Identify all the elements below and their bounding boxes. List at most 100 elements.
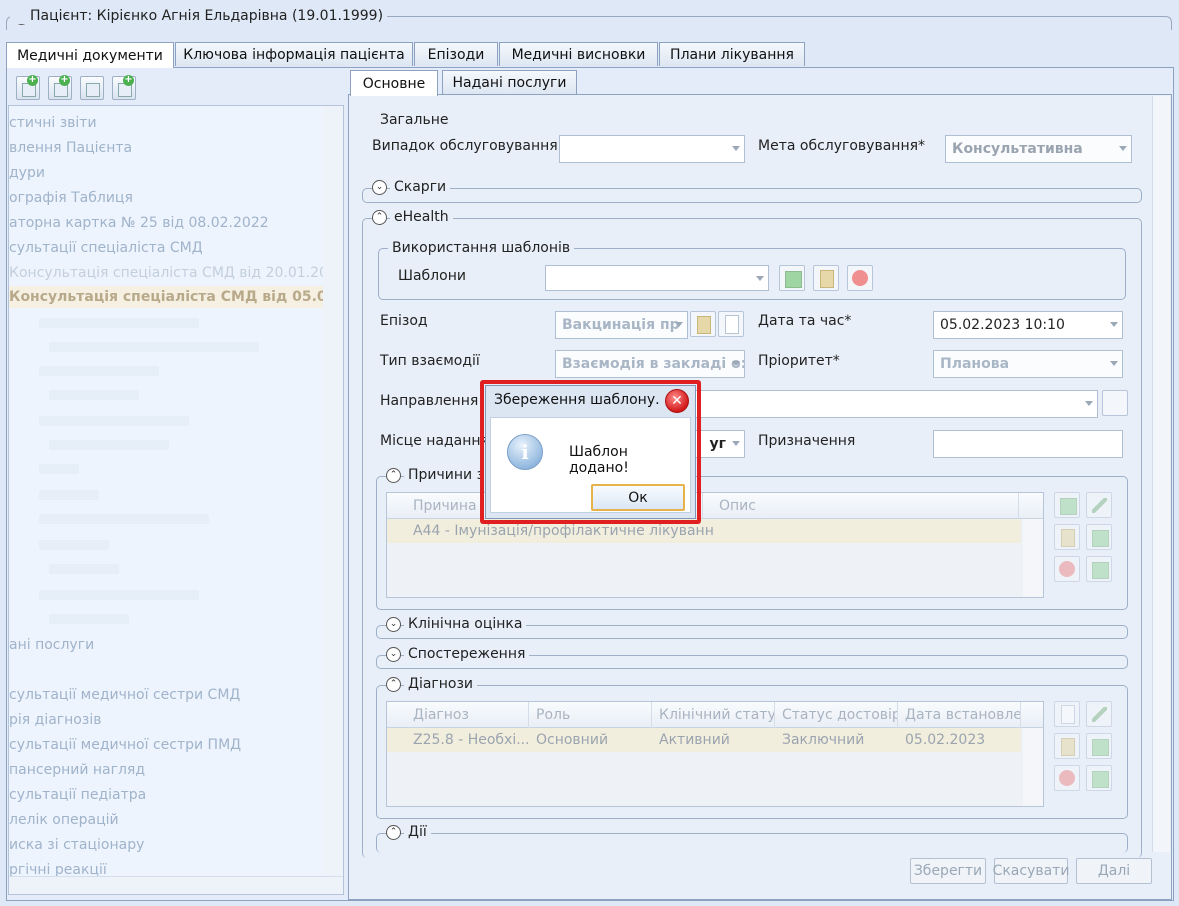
col-date[interactable]: Дата встановлен [899, 702, 1021, 728]
episode-book-button[interactable] [690, 311, 716, 337]
reasons-flag-button[interactable] [1086, 556, 1112, 582]
tree-item-selected[interactable]: Консультація спеціаліста СМД від 05.02.2… [9, 286, 343, 308]
next-button[interactable]: Далі [1076, 858, 1152, 884]
tree-item[interactable]: ографія Таблиця [9, 187, 133, 209]
expand-clinical-icon[interactable]: ⌄ [386, 617, 401, 632]
interaction-value: Взаємодія в закладі о: [562, 356, 745, 372]
tab-medical-conclusions[interactable]: Медичні висновки [499, 42, 658, 66]
episode-select[interactable]: Вакцинація пр [555, 311, 688, 339]
observations-legend: Спостереження [404, 646, 530, 662]
col-verification-status[interactable]: Статус достовірн [776, 702, 898, 728]
add-template-button[interactable] [779, 265, 805, 291]
purpose-select[interactable]: Консультативна [945, 135, 1132, 163]
purpose2-input[interactable] [933, 430, 1123, 458]
diagnoses-add-button[interactable] [1054, 701, 1080, 727]
reasons-delete-button[interactable] [1054, 556, 1080, 582]
priority-select[interactable]: Планова [933, 350, 1123, 378]
chevron-down-icon [1110, 322, 1118, 327]
open-template-button[interactable] [813, 265, 839, 291]
refresh-document-button[interactable] [80, 76, 104, 100]
tree-item[interactable]: стичні звіти [9, 112, 97, 134]
tab-label: Медичні висновки [511, 46, 646, 63]
reasons-grid-scrollbar[interactable] [1023, 519, 1043, 597]
expand-observations-icon[interactable]: ⌄ [386, 647, 401, 662]
case-select[interactable] [559, 135, 745, 163]
episode-page-button[interactable] [718, 311, 744, 337]
templates-select[interactable] [545, 265, 769, 291]
tree-item[interactable]: Консультація спеціаліста СМД від 20.01.2… [9, 262, 343, 284]
table-row[interactable]: Z25.8 - Необхі... Основний Активний Закл… [387, 728, 1021, 752]
tree-item[interactable]: рія діагнозів [9, 709, 101, 731]
tree-placeholder [49, 440, 169, 450]
diagnoses-delete-button[interactable] [1054, 765, 1080, 791]
add-document-button[interactable]: + [16, 75, 40, 100]
cancel-button[interactable]: Скасувати [993, 858, 1069, 884]
collapse-reasons-icon[interactable]: ⌃ [386, 468, 401, 483]
tree-item[interactable]: иска зі стаціонару [9, 834, 144, 856]
row-role: Основний [536, 732, 609, 748]
tab-label: Плани лікування [670, 46, 794, 63]
add-document-3-button[interactable]: + [112, 75, 136, 100]
diagnoses-grid-scrollbar[interactable] [1023, 728, 1043, 806]
tree-item[interactable]: сультації педіатра [9, 784, 146, 806]
tab-main[interactable]: Основне [350, 70, 438, 96]
collapse-diagnoses-icon[interactable]: ⌃ [386, 677, 401, 692]
tab-key-info[interactable]: Ключова інформація пацієнта [175, 42, 413, 66]
tree-item[interactable]: дури [9, 162, 45, 184]
tab-episodes[interactable]: Епізоди [414, 42, 498, 66]
form-vertical-scrollbar[interactable] [1152, 96, 1170, 852]
tree-horizontal-scrollbar[interactable] [9, 876, 343, 894]
reasons-copy-button[interactable] [1086, 524, 1112, 550]
col-clinical-status[interactable]: Клінічний статус [653, 702, 775, 728]
tree-item[interactable]: сультації спеціаліста СМД [9, 237, 203, 259]
tree-item[interactable]: лелік операцій [9, 809, 119, 831]
referral-label: Направлення [380, 393, 479, 409]
episode-value: Вакцинація пр [562, 317, 680, 333]
add-document-2-button[interactable]: + [48, 74, 72, 100]
col-role[interactable]: Роль [530, 702, 652, 728]
plus-icon: + [59, 74, 70, 86]
tree-placeholder [49, 564, 119, 574]
tab-treatment-plans[interactable]: Плани лікування [659, 42, 805, 66]
save-button[interactable]: Зберегти [910, 858, 986, 884]
tree-vertical-scrollbar[interactable] [323, 106, 343, 876]
col-description[interactable]: Опис [713, 493, 1019, 519]
row-description [713, 519, 1013, 543]
tree-item[interactable]: влення Пацієнта [9, 137, 132, 159]
tree-item[interactable]: аторна картка № 25 від 08.02.2022 [9, 212, 269, 234]
row-clinical-status: Активний [659, 732, 730, 748]
datetime-label: Дата та час* [758, 313, 852, 329]
delete-template-button[interactable] [847, 265, 873, 291]
reasons-edit-button[interactable] [1086, 492, 1112, 518]
collapse-ehealth-icon[interactable]: ⌃ [372, 210, 387, 225]
close-icon[interactable]: ✕ [665, 389, 689, 413]
tab-label: Епізоди [427, 46, 485, 63]
expand-complaints-icon[interactable]: ⌄ [372, 180, 387, 195]
tree-item[interactable]: пансерний нагляд [9, 759, 145, 781]
ok-button[interactable]: Ок [591, 484, 685, 511]
reasons-add-button[interactable] [1054, 492, 1080, 518]
tree-item[interactable]: сультації медичної сестри СМД [9, 684, 240, 706]
tab-label: Медичні документи [17, 47, 163, 64]
tab-label: Надані послуги [452, 74, 567, 91]
collapse-actions-icon[interactable]: ⌃ [386, 825, 401, 840]
diagnoses-open-button[interactable] [1054, 733, 1080, 759]
tab-medical-documents[interactable]: Медичні документи [6, 42, 174, 68]
diagnoses-flag-button[interactable] [1086, 765, 1112, 791]
tree-item[interactable]: сультації медичної сестри ПМД [9, 734, 241, 756]
diagnoses-copy-button[interactable] [1086, 733, 1112, 759]
reasons-open-button[interactable] [1054, 524, 1080, 550]
place-value: уг [709, 436, 726, 452]
interaction-select[interactable]: Взаємодія в закладі о: [555, 350, 745, 378]
row-diagnosis: Z25.8 - Необхі... [413, 732, 529, 748]
tree-item[interactable]: ані послуги [9, 634, 94, 656]
diagnoses-edit-button[interactable] [1086, 701, 1112, 727]
col-diagnosis[interactable]: Діагноз [407, 702, 529, 728]
interaction-label: Тип взаємодії [380, 353, 480, 369]
purpose-value: Консультативна [952, 141, 1083, 157]
tree-placeholder [39, 590, 199, 600]
tab-provided-services[interactable]: Надані послуги [442, 70, 577, 94]
tree-placeholder [49, 614, 129, 624]
datetime-input[interactable]: 05.02.2023 10:10 [933, 311, 1123, 339]
edit-referral-button[interactable] [1102, 390, 1128, 416]
